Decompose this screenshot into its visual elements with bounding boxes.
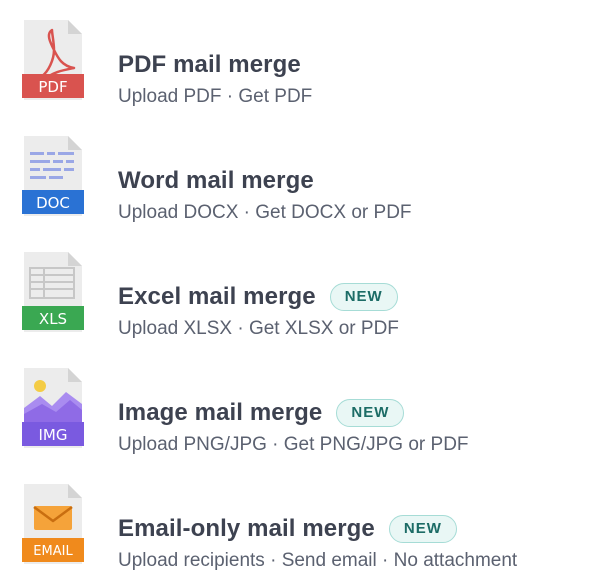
option-title: Excel mail merge	[118, 283, 316, 310]
option-title-row: Excel mail merge NEW	[118, 280, 398, 314]
pdf-file-icon: PDF	[22, 20, 84, 100]
xls-file-icon: XLS	[22, 252, 84, 332]
option-title: PDF mail merge	[118, 51, 301, 78]
email-file-icon: EMAIL	[22, 484, 84, 564]
option-title-row: Email-only mail merge NEW	[118, 512, 457, 546]
option-title: Image mail merge	[118, 399, 323, 426]
option-subtitle: Upload recipients · Send email · No atta…	[118, 550, 518, 571]
img-file-icon: IMG	[22, 368, 84, 448]
img-icon-label: IMG	[39, 426, 68, 444]
merge-option-image[interactable]: IMG Image mail merge NEW Upload PNG/JPG …	[0, 368, 600, 468]
email-icon-label: EMAIL	[33, 544, 73, 559]
xls-icon-label: XLS	[39, 310, 67, 328]
option-subtitle: Upload PNG/JPG · Get PNG/JPG or PDF	[118, 434, 469, 455]
merge-option-email-only[interactable]: EMAIL Email-only mail merge NEW Upload r…	[0, 484, 600, 584]
merge-type-list: PDF PDF mail merge Upload PDF · Get PDF …	[0, 0, 600, 580]
doc-icon-label: DOC	[36, 194, 70, 212]
option-subtitle: Upload XLSX · Get XLSX or PDF	[118, 318, 399, 339]
merge-option-word[interactable]: DOC Word mail merge Upload DOCX · Get DO…	[0, 136, 600, 236]
new-badge: NEW	[388, 515, 457, 543]
option-title-row: PDF mail merge	[118, 48, 301, 82]
new-badge: NEW	[336, 399, 405, 427]
doc-file-icon: DOC	[22, 136, 84, 216]
pdf-icon-label: PDF	[38, 78, 67, 96]
option-title: Email-only mail merge	[118, 515, 375, 542]
option-subtitle: Upload DOCX · Get DOCX or PDF	[118, 202, 412, 223]
option-title-row: Word mail merge	[118, 164, 314, 198]
merge-option-pdf[interactable]: PDF PDF mail merge Upload PDF · Get PDF	[0, 20, 600, 120]
option-title: Word mail merge	[118, 167, 314, 194]
option-title-row: Image mail merge NEW	[118, 396, 405, 430]
merge-option-excel[interactable]: XLS Excel mail merge NEW Upload XLSX · G…	[0, 252, 600, 352]
option-subtitle: Upload PDF · Get PDF	[118, 86, 313, 107]
new-badge: NEW	[329, 283, 398, 311]
